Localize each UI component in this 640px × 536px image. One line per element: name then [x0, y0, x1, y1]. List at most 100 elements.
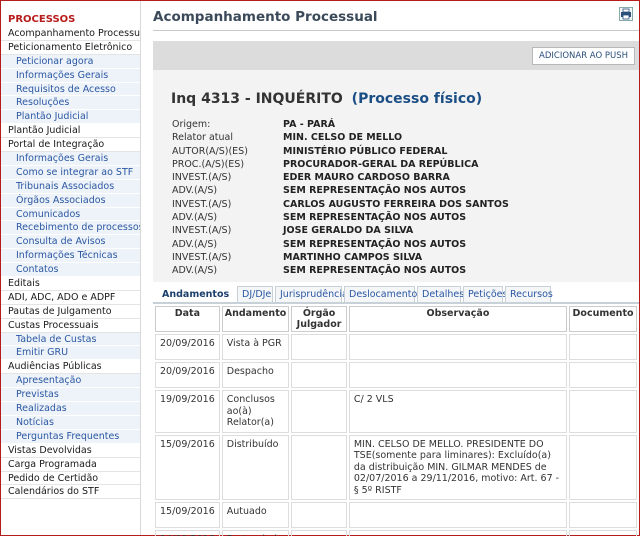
- tab-peti-es[interactable]: Petições: [463, 286, 507, 303]
- cell-data: 20/09/2016: [155, 334, 220, 360]
- sidebar-item[interactable]: Como se integrar ao STF: [1, 165, 140, 180]
- sidebar-item[interactable]: Portal de Integração: [1, 138, 140, 153]
- sidebar-item[interactable]: Apresentação: [1, 374, 140, 389]
- party-value: JOSE GERALDO DA SILVA: [283, 225, 414, 237]
- cell-data: 15/09/2016: [155, 502, 220, 528]
- party-row: INVEST.(A/S) EDER MAURO CARDOSO BARRA: [172, 171, 509, 184]
- sidebar-item[interactable]: Emitir GRU: [1, 346, 140, 361]
- party-label: INVEST.(A/S): [172, 251, 232, 263]
- party-label: Origem:: [172, 119, 211, 130]
- tab-dj-dje[interactable]: DJ/DJe: [237, 286, 273, 303]
- sidebar-item[interactable]: Peticionamento Eletrônico: [1, 41, 140, 55]
- sidebar-item[interactable]: Acompanhamento Processual: [1, 27, 140, 41]
- sidebar-item[interactable]: Informações Técnicas: [1, 249, 140, 264]
- process-number: Inq 4313 - INQUÉRITO: [171, 91, 343, 107]
- parties-list: Origem: PA - PARÁ Relator atual MIN. CELSO …: [172, 118, 509, 278]
- party-value: CARLOS AUGUSTO FERREIRA DOS SANTOS: [283, 198, 509, 210]
- sidebar-item[interactable]: Tribunais Associados: [1, 179, 140, 194]
- party-value: EDER MAURO CARDOSO BARRA: [283, 172, 450, 184]
- party-value: SEM REPRESENTAÇÃO NOS AUTOS: [283, 238, 467, 250]
- party-row: Relator atual MIN. CELSO DE MELLO: [172, 131, 509, 144]
- cell-orgao: [291, 434, 347, 500]
- sidebar-item[interactable]: Peticionar agora: [1, 54, 140, 69]
- cell-documento: [569, 434, 637, 500]
- andamentos-table: Data Andamento Órgão Julgador Observação Doc…: [153, 304, 639, 536]
- sidebar-item[interactable]: Informações Gerais: [1, 152, 140, 166]
- push-toolbar: ADICIONAR AO PUSH: [153, 41, 639, 70]
- add-to-push-button[interactable]: ADICIONAR AO PUSH: [532, 47, 635, 65]
- tab-andamentos[interactable]: Andamentos: [157, 286, 233, 303]
- sidebar-item[interactable]: Plantão Judicial: [1, 110, 140, 125]
- process-type: (Processo físico): [351, 91, 483, 107]
- tab-jurisprud-ncia[interactable]: Jurisprudência: [275, 286, 348, 303]
- column-header: Data: [155, 306, 220, 332]
- sidebar-item[interactable]: Pautas de Julgamento: [1, 305, 140, 319]
- cell-documento: [569, 390, 637, 433]
- cell-data: 20/09/2016: [155, 362, 220, 388]
- sidebar-item[interactable]: Carga Programada: [1, 458, 140, 472]
- party-value: PROCURADOR-GERAL DA REPÚBLICA: [283, 158, 479, 170]
- sidebar-item[interactable]: Órgãos Associados: [1, 193, 140, 208]
- process-tabs: Andamentos DJ/DJe Jurisprudência Deslocamen…: [153, 286, 639, 303]
- sidebar-item[interactable]: Vistas Devolvidas: [1, 444, 140, 458]
- process-info-box: Inq 4313 - INQUÉRITO (Processo físico) O…: [153, 70, 639, 282]
- tab-detalhes[interactable]: Detalhes: [417, 286, 464, 303]
- sidebar-item[interactable]: Calendários do STF: [1, 485, 140, 500]
- sidebar-item[interactable]: Realizadas: [1, 402, 140, 416]
- sidebar-item[interactable]: Informações Gerais: [1, 68, 140, 83]
- sidebar-item[interactable]: Previstas: [1, 388, 140, 403]
- sidebar-item[interactable]: Resoluções: [1, 96, 140, 111]
- sidebar-item[interactable]: Consulta de Avisos: [1, 235, 140, 250]
- party-row: ADV.(A/S) SEM REPRESENTAÇÃO NOS AUTOS: [172, 184, 509, 197]
- cell-andamento: Vista à PGR: [221, 334, 290, 360]
- cell-andamento: Autuado: [221, 502, 290, 528]
- sidebar-nav: PROCESSOS Acompanhamento Processual Petic…: [1, 1, 141, 535]
- party-label: INVEST.(A/S): [172, 225, 232, 237]
- sidebar-item[interactable]: Recebimento de processos: [1, 221, 140, 236]
- table-row: 20/09/2016 Vista à PGR: [155, 334, 637, 360]
- sidebar-item[interactable]: Tabela de Custas: [1, 332, 140, 347]
- tab-deslocamentos[interactable]: Deslocamentos: [344, 286, 422, 303]
- sidebar-item[interactable]: ADI, ADC, ADO e ADPF: [1, 291, 140, 305]
- sidebar-item[interactable]: Notícias: [1, 415, 140, 430]
- table-row: 19/09/2016 Conclusos ao(à) Relator(a) C/ 2…: [155, 390, 637, 433]
- cell-orgao: [291, 334, 347, 360]
- table-row: 15/09/2016 Distribuído MIN. CELSO DE MELLO…: [155, 434, 637, 500]
- sidebar-item[interactable]: Audiências Públicas: [1, 360, 140, 375]
- party-label: ADV.(A/S): [172, 238, 218, 250]
- party-label: PROC.(A/S)(ES): [172, 158, 245, 170]
- cell-observacao: MIN. CELSO DE MELLO. PRESIDENTE DO TSE(s…: [348, 434, 568, 500]
- cell-andamento: Conclusos ao(à) Relator(a): [221, 390, 290, 433]
- printer-icon[interactable]: [619, 7, 633, 21]
- sidebar-item[interactable]: Pedido de Certidão: [1, 472, 140, 486]
- cell-observacao: [348, 334, 568, 360]
- party-label: INVEST.(A/S): [172, 198, 232, 210]
- party-value: PA - PARÁ: [283, 119, 336, 130]
- sidebar-item[interactable]: Plantão Judicial: [1, 124, 140, 139]
- sidebar-item[interactable]: Custas Processuais: [1, 319, 140, 333]
- party-label: ADV.(A/S): [172, 212, 218, 224]
- party-label: ADV.(A/S): [172, 265, 218, 277]
- party-row: INVEST.(A/S) CARLOS AUGUSTO FERREIRA DOS …: [172, 198, 509, 211]
- sidebar-item[interactable]: Contatos: [1, 263, 140, 278]
- main-content: Acompanhamento Processual ADICIONAR AO P…: [153, 1, 639, 536]
- cell-orgao: [291, 390, 347, 433]
- cell-documento: [569, 362, 637, 388]
- cell-documento: [569, 334, 637, 360]
- cell-orgao: [291, 530, 347, 536]
- party-value: MIN. CELSO DE MELLO: [283, 132, 403, 144]
- party-label: AUTOR(A/S)(ES): [172, 145, 248, 157]
- sidebar-item[interactable]: Requisitos de Acesso: [1, 82, 140, 97]
- cell-orgao: [291, 502, 347, 528]
- table-row: 20/09/2016 Despacho: [155, 362, 637, 388]
- sidebar-item[interactable]: Comunicados: [1, 207, 140, 222]
- party-value: MINISTÉRIO PÚBLICO FEDERAL: [283, 145, 448, 157]
- cell-observacao: [348, 530, 568, 536]
- party-value: SEM REPRESENTAÇÃO NOS AUTOS: [283, 212, 467, 224]
- sidebar-item[interactable]: Perguntas Frequentes: [1, 429, 140, 444]
- tab-recursos[interactable]: Recursos: [505, 286, 553, 303]
- cell-andamento: Distribuído: [221, 434, 290, 500]
- cell-andamento: Protocolado: [221, 530, 290, 536]
- sidebar-item[interactable]: Editais: [1, 277, 140, 291]
- cell-data: 14/09/2016: [155, 530, 220, 536]
